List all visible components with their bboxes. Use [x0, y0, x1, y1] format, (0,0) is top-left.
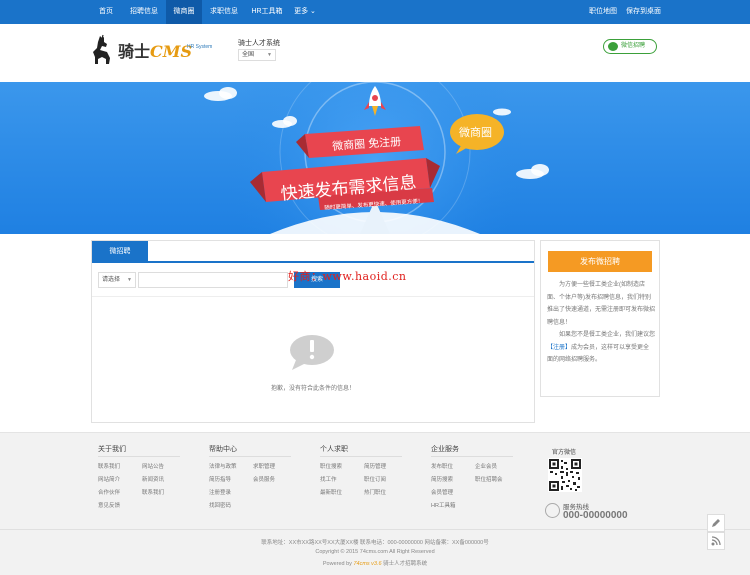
save-desktop-link[interactable]: 保存到桌面: [626, 0, 661, 24]
footer-link[interactable]: 简历指导: [209, 475, 231, 483]
footer-address: 联系地址：XX市XX路XX号XX大厦XX楼 联系电话：000-00000000 …: [261, 540, 489, 546]
city-select[interactable]: 全国 ▼: [238, 49, 276, 61]
footer-link[interactable]: 意见反馈: [98, 501, 120, 509]
site-name: 骑士人才系统: [238, 40, 280, 47]
footer-link[interactable]: 联系我们: [142, 488, 164, 496]
edit-icon: [712, 519, 720, 527]
nav-more-label: 更多: [294, 8, 309, 15]
job-map-link[interactable]: 职位地图: [589, 0, 617, 24]
footer-link[interactable]: 热门职位: [364, 488, 386, 496]
sidebar-para-2-pre: 如果您不是餐工类企业，我们建议您: [559, 332, 656, 338]
nav-item-weishangquan[interactable]: 微商圈: [166, 0, 202, 24]
footer-link[interactable]: 职位订阅: [364, 475, 386, 483]
feedback-button[interactable]: [707, 514, 725, 532]
footer-link[interactable]: 会员服务: [253, 475, 275, 483]
divider: [92, 296, 534, 297]
nav-item-more[interactable]: 更多 ⌄: [290, 0, 320, 24]
category-filter-select[interactable]: 请选择 ▼: [98, 272, 136, 288]
divider: [320, 456, 402, 457]
footer-link[interactable]: 网站公告: [142, 462, 164, 470]
search-input[interactable]: [138, 272, 288, 288]
footer-link[interactable]: HR工具箱: [431, 501, 455, 509]
sidebar-para-1: 为方便一些餐工类企业(如制造店面、个体户等)发布招聘信息，我们特别推出了快速通道…: [547, 282, 656, 326]
footer-link[interactable]: 找回密码: [209, 501, 231, 509]
publish-micro-recruit-button[interactable]: 发布微招聘: [548, 251, 652, 272]
chevron-down-icon: ⌄: [310, 8, 316, 15]
banner-illustration: 微商圈 免注册 快速发布需求信息 随时更简单、发布更快速、使用更方便！ 微商圈: [204, 82, 549, 234]
footer-link[interactable]: 职位招聘会: [475, 475, 503, 483]
footer-col-title-jobseeker: 个人求职: [320, 446, 348, 453]
divider: [431, 456, 513, 457]
chevron-down-icon: ▼: [267, 52, 272, 58]
hotline-number: 000-00000000: [563, 510, 628, 521]
rss-icon: [711, 536, 721, 546]
city-select-value: 全国: [242, 52, 255, 58]
divider: [209, 456, 291, 457]
logo-wordmark[interactable]: 骑士CMS: [118, 38, 192, 62]
nav-item-home[interactable]: 首页: [90, 0, 122, 24]
divider: [98, 456, 180, 457]
footer-link[interactable]: 联系我们: [98, 462, 120, 470]
footer-copyright: Copyright © 2015 74cms.com All Right Res…: [315, 549, 435, 555]
qr-code-icon: [548, 458, 582, 492]
sidebar-description: 为方便一些餐工类企业(如制造店面、个体户等)发布招聘信息，我们特别推出了快速通道…: [547, 279, 655, 367]
footer-link[interactable]: 求职管理: [253, 462, 275, 470]
footer-link[interactable]: 企业会员: [475, 462, 497, 470]
register-link[interactable]: 【注册】: [547, 345, 571, 351]
headset-icon: [545, 503, 560, 518]
promo-banner[interactable]: 微商圈 免注册 快速发布需求信息 随时更简单、发布更快速、使用更方便！ 微商圈: [0, 82, 750, 234]
footer-col-title-help: 帮助中心: [209, 446, 237, 453]
watermark-text: 好商：www.haoid.cn: [288, 270, 407, 283]
footer-link[interactable]: 网站简介: [98, 475, 120, 483]
footer-col-title-about: 关于我们: [98, 446, 126, 453]
empty-state-message: 抱歉，没有符合此条件的信息！: [270, 386, 355, 392]
logo-subtitle: HR System: [187, 44, 213, 50]
footer-link[interactable]: 法律与政策: [209, 462, 237, 470]
category-filter-value: 请选择: [102, 277, 121, 283]
knight-logo-icon[interactable]: [90, 34, 114, 66]
tab-bar: 微招聘: [92, 241, 534, 263]
nav-item-resumes[interactable]: 求职信息: [204, 0, 244, 24]
publish-sidebar: 发布微招聘 为方便一些餐工类企业(如制造店面、个体户等)发布招聘信息，我们特别推…: [540, 240, 660, 397]
footer-link[interactable]: 会员管理: [431, 488, 453, 496]
footer-col-title-enterprise: 企业服务: [431, 446, 459, 453]
wechat-recruit-label: 微信招聘: [621, 43, 646, 49]
nav-item-hr-tools[interactable]: HR工具箱: [246, 0, 288, 24]
divider: [0, 529, 750, 530]
top-nav-bar: 首页 招聘信息 微商圈 求职信息 HR工具箱 更多 ⌄ 职位地图 保存到桌面: [0, 0, 750, 24]
footer-powered: Powered by 74cms v3.6 骑士人才招聘系统: [0, 559, 750, 567]
chat-bubble-alert-icon: [290, 335, 334, 370]
footer-link[interactable]: 找工作: [320, 475, 337, 483]
banner-bubble-text: 微商圈: [459, 125, 492, 139]
footer-link[interactable]: 职位搜索: [320, 462, 342, 470]
powered-brand-link[interactable]: 74cms v3.6: [353, 561, 381, 567]
rss-button[interactable]: [707, 532, 725, 550]
site-header: 骑士CMS HR System 骑士人才系统 全国 ▼ 微信招聘: [0, 24, 750, 82]
footer-link[interactable]: 简历搜索: [431, 475, 453, 483]
chevron-down-icon: ▼: [127, 277, 132, 283]
official-wechat-title: 官方微信: [552, 450, 577, 456]
tab-micro-recruit[interactable]: 微招聘: [92, 241, 148, 263]
wechat-recruit-button[interactable]: 微信招聘: [603, 39, 657, 54]
powered-suffix: 骑士人才招聘系统: [381, 561, 428, 567]
wechat-icon: [608, 42, 618, 51]
nav-item-jobs[interactable]: 招聘信息: [124, 0, 164, 24]
powered-prefix: Powered by: [322, 561, 354, 567]
logo-main-text: 骑士: [118, 42, 151, 61]
footer-link[interactable]: 新闻资讯: [142, 475, 164, 483]
logo-cms-text: CMS: [150, 42, 193, 61]
footer-link[interactable]: 发布职位: [431, 462, 453, 470]
sidebar-para-2: 如果您不是餐工类企业，我们建议您【注册】成为会员，这样可以享受更全面的网络招聘服…: [547, 329, 655, 367]
footer-link[interactable]: 合作伙伴: [98, 488, 120, 496]
footer-link[interactable]: 简历管理: [364, 462, 386, 470]
footer-link[interactable]: 注册登录: [209, 488, 231, 496]
footer-link[interactable]: 最新职位: [320, 488, 342, 496]
